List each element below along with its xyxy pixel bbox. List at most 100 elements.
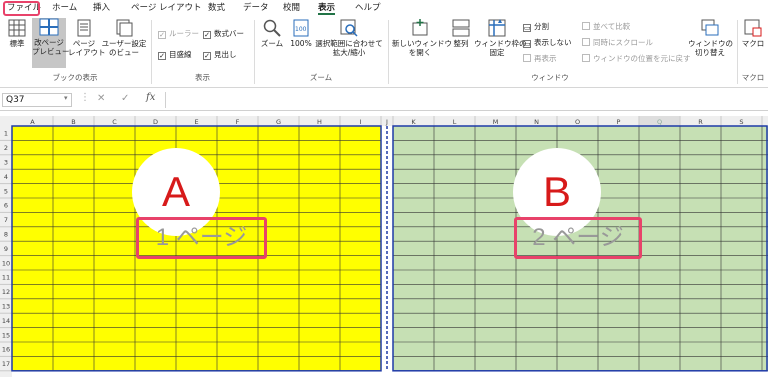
view-side-by-side-label: 並べて比較	[593, 22, 631, 31]
custom-views-label: ユーザー設定 のビュー	[101, 39, 147, 57]
insert-function-icon[interactable]: fx	[146, 92, 155, 103]
tab-home[interactable]: ホーム	[52, 2, 77, 15]
row-header-14: 14	[2, 317, 10, 325]
row-header-11: 11	[2, 274, 10, 282]
gridlines-checkbox[interactable]: ✓ 目盛線	[158, 50, 192, 60]
row-header-10: 10	[2, 259, 10, 267]
group-zoom: ズーム	[309, 73, 333, 82]
tab-page-layout[interactable]: ページ レイアウト	[131, 2, 202, 15]
group-workbook-views: ブックの表示	[52, 73, 98, 82]
worksheet-grid: ABCDEFGHIJKLMNOPQRS123456789101112131415…	[0, 116, 768, 377]
normal-view-icon	[8, 19, 26, 37]
zoom-100-button[interactable]: 100 100%	[288, 19, 314, 69]
column-header-E: E	[194, 118, 198, 126]
column-header-S: S	[739, 118, 743, 126]
enter-icon[interactable]: ✓	[121, 93, 129, 104]
group-macros: マクロ	[741, 73, 765, 82]
row-header-3: 3	[4, 159, 8, 167]
page-layout-icon	[77, 19, 91, 37]
macros-label: マクロ	[741, 39, 765, 48]
zoom-label: ズーム	[260, 39, 284, 48]
selected-column-header	[639, 116, 680, 126]
ribbon-tabs: ファイル ホーム 挿入 ページ レイアウト 数式 データ 校閲 表示 ヘルプ	[0, 0, 768, 16]
switch-windows-icon	[701, 19, 719, 36]
arrange-icon	[452, 19, 470, 37]
tab-review[interactable]: 校閲	[283, 2, 300, 15]
custom-views-button[interactable]: ユーザー設定 のビュー	[101, 19, 147, 69]
freeze-panes-label: ウィンドウ枠の 固定	[474, 39, 527, 57]
tab-formulas[interactable]: 数式	[208, 2, 225, 15]
macros-button[interactable]: マクロ	[740, 19, 766, 69]
new-window-button[interactable]: 新しいウィンドウ を開く	[392, 19, 452, 69]
tab-insert[interactable]: 挿入	[93, 2, 110, 15]
column-header-D: D	[153, 118, 158, 126]
column-header-C: C	[112, 118, 117, 126]
column-header-M: M	[493, 118, 499, 126]
synchronous-scrolling-label: 同時にスクロール	[593, 38, 653, 47]
ruler-checkbox[interactable]: ✓ ルーラー	[158, 29, 199, 39]
split-label: 分割	[534, 22, 549, 31]
tab-data[interactable]: データ	[243, 2, 269, 15]
zoom-100-icon: 100	[293, 19, 309, 37]
synchronous-scrolling-button[interactable]: 同時にスクロール	[582, 38, 653, 48]
new-window-icon	[412, 19, 428, 36]
page-break-preview-button[interactable]: 改ページ プレビュー	[32, 18, 70, 68]
tab-help[interactable]: ヘルプ	[355, 2, 381, 15]
more-options-icon: ⋮	[80, 92, 90, 103]
formula-bar-label: 数式バー	[214, 29, 244, 38]
row-header-9: 9	[4, 245, 8, 253]
row-header-1: 1	[4, 130, 8, 138]
unhide-window-label: 再表示	[534, 54, 557, 63]
headings-checkbox[interactable]: ✓ 見出し	[203, 50, 237, 60]
page-layout-view-button[interactable]: ページ レイアウト	[68, 19, 106, 69]
reset-window-position-button[interactable]: ウィンドウの位置を元に戻す	[582, 54, 691, 64]
column-header-R: R	[698, 118, 703, 126]
split-button[interactable]: ▭ 分割	[523, 22, 549, 32]
formula-bar-checkbox[interactable]: ✓ 数式バー	[203, 29, 244, 39]
arrange-all-button[interactable]: 整列	[449, 19, 473, 69]
hide-window-button[interactable]: ▭ 表示しない	[523, 38, 572, 48]
name-box[interactable]: Q37	[2, 93, 72, 107]
column-header-P: P	[617, 118, 621, 126]
arrange-label: 整列	[453, 39, 469, 48]
ribbon-separator	[151, 20, 152, 84]
grid-svg: ABCDEFGHIJKLMNOPQRS123456789101112131415…	[0, 116, 768, 377]
ribbon-separator	[254, 20, 255, 84]
zoom-100-label: 100%	[290, 39, 312, 48]
zoom-selection-label: 選択範囲に合わせて 拡大/縮小	[315, 39, 383, 57]
row-header-12: 12	[2, 288, 10, 296]
file-tab-highlight	[3, 1, 40, 16]
column-header-F: F	[236, 118, 240, 126]
row-header-5: 5	[4, 187, 8, 195]
zoom-to-selection-button[interactable]: 選択範囲に合わせて 拡大/縮小	[315, 19, 383, 69]
freeze-panes-button[interactable]: ウィンドウ枠の 固定	[474, 19, 527, 69]
svg-text:100: 100	[295, 26, 307, 33]
column-header-L: L	[453, 118, 457, 126]
page-2-label: 2 ページ	[514, 216, 642, 259]
cancel-icon[interactable]: ✕	[97, 93, 105, 104]
macro-icon	[744, 19, 762, 37]
column-header-H: H	[317, 118, 322, 126]
page-break-preview-label: 改ページ プレビュー	[32, 38, 70, 56]
column-header-N: N	[534, 118, 539, 126]
unhide-window-button[interactable]: 再表示	[523, 54, 557, 64]
normal-view-label: 標準	[9, 39, 25, 48]
gridlines-label: 目盛線	[169, 50, 192, 59]
ribbon: 標準 改ページ プレビュー ページ レイアウト ユーザー設定 のビュー ブックの…	[0, 16, 768, 88]
custom-views-icon	[116, 19, 133, 37]
zoom-button[interactable]: ズーム	[258, 19, 286, 69]
normal-view-button[interactable]: 標準	[3, 19, 31, 69]
view-side-by-side-button[interactable]: 並べて比較	[582, 22, 630, 32]
name-box-dropdown-icon[interactable]: ▾	[64, 94, 68, 102]
column-header-O: O	[575, 118, 580, 126]
hide-window-label: 表示しない	[534, 38, 572, 47]
row-header-13: 13	[2, 303, 10, 311]
column-header-B: B	[71, 118, 75, 126]
ribbon-separator	[737, 20, 738, 84]
new-window-label: 新しいウィンドウ を開く	[392, 39, 452, 57]
page-b-letter: B	[542, 167, 571, 215]
formula-input[interactable]	[165, 92, 765, 108]
page-1-label: 1 ページ	[136, 216, 267, 259]
switch-windows-button[interactable]: ウィンドウの 切り替え	[688, 19, 733, 69]
tab-view[interactable]: 表示	[318, 2, 336, 15]
